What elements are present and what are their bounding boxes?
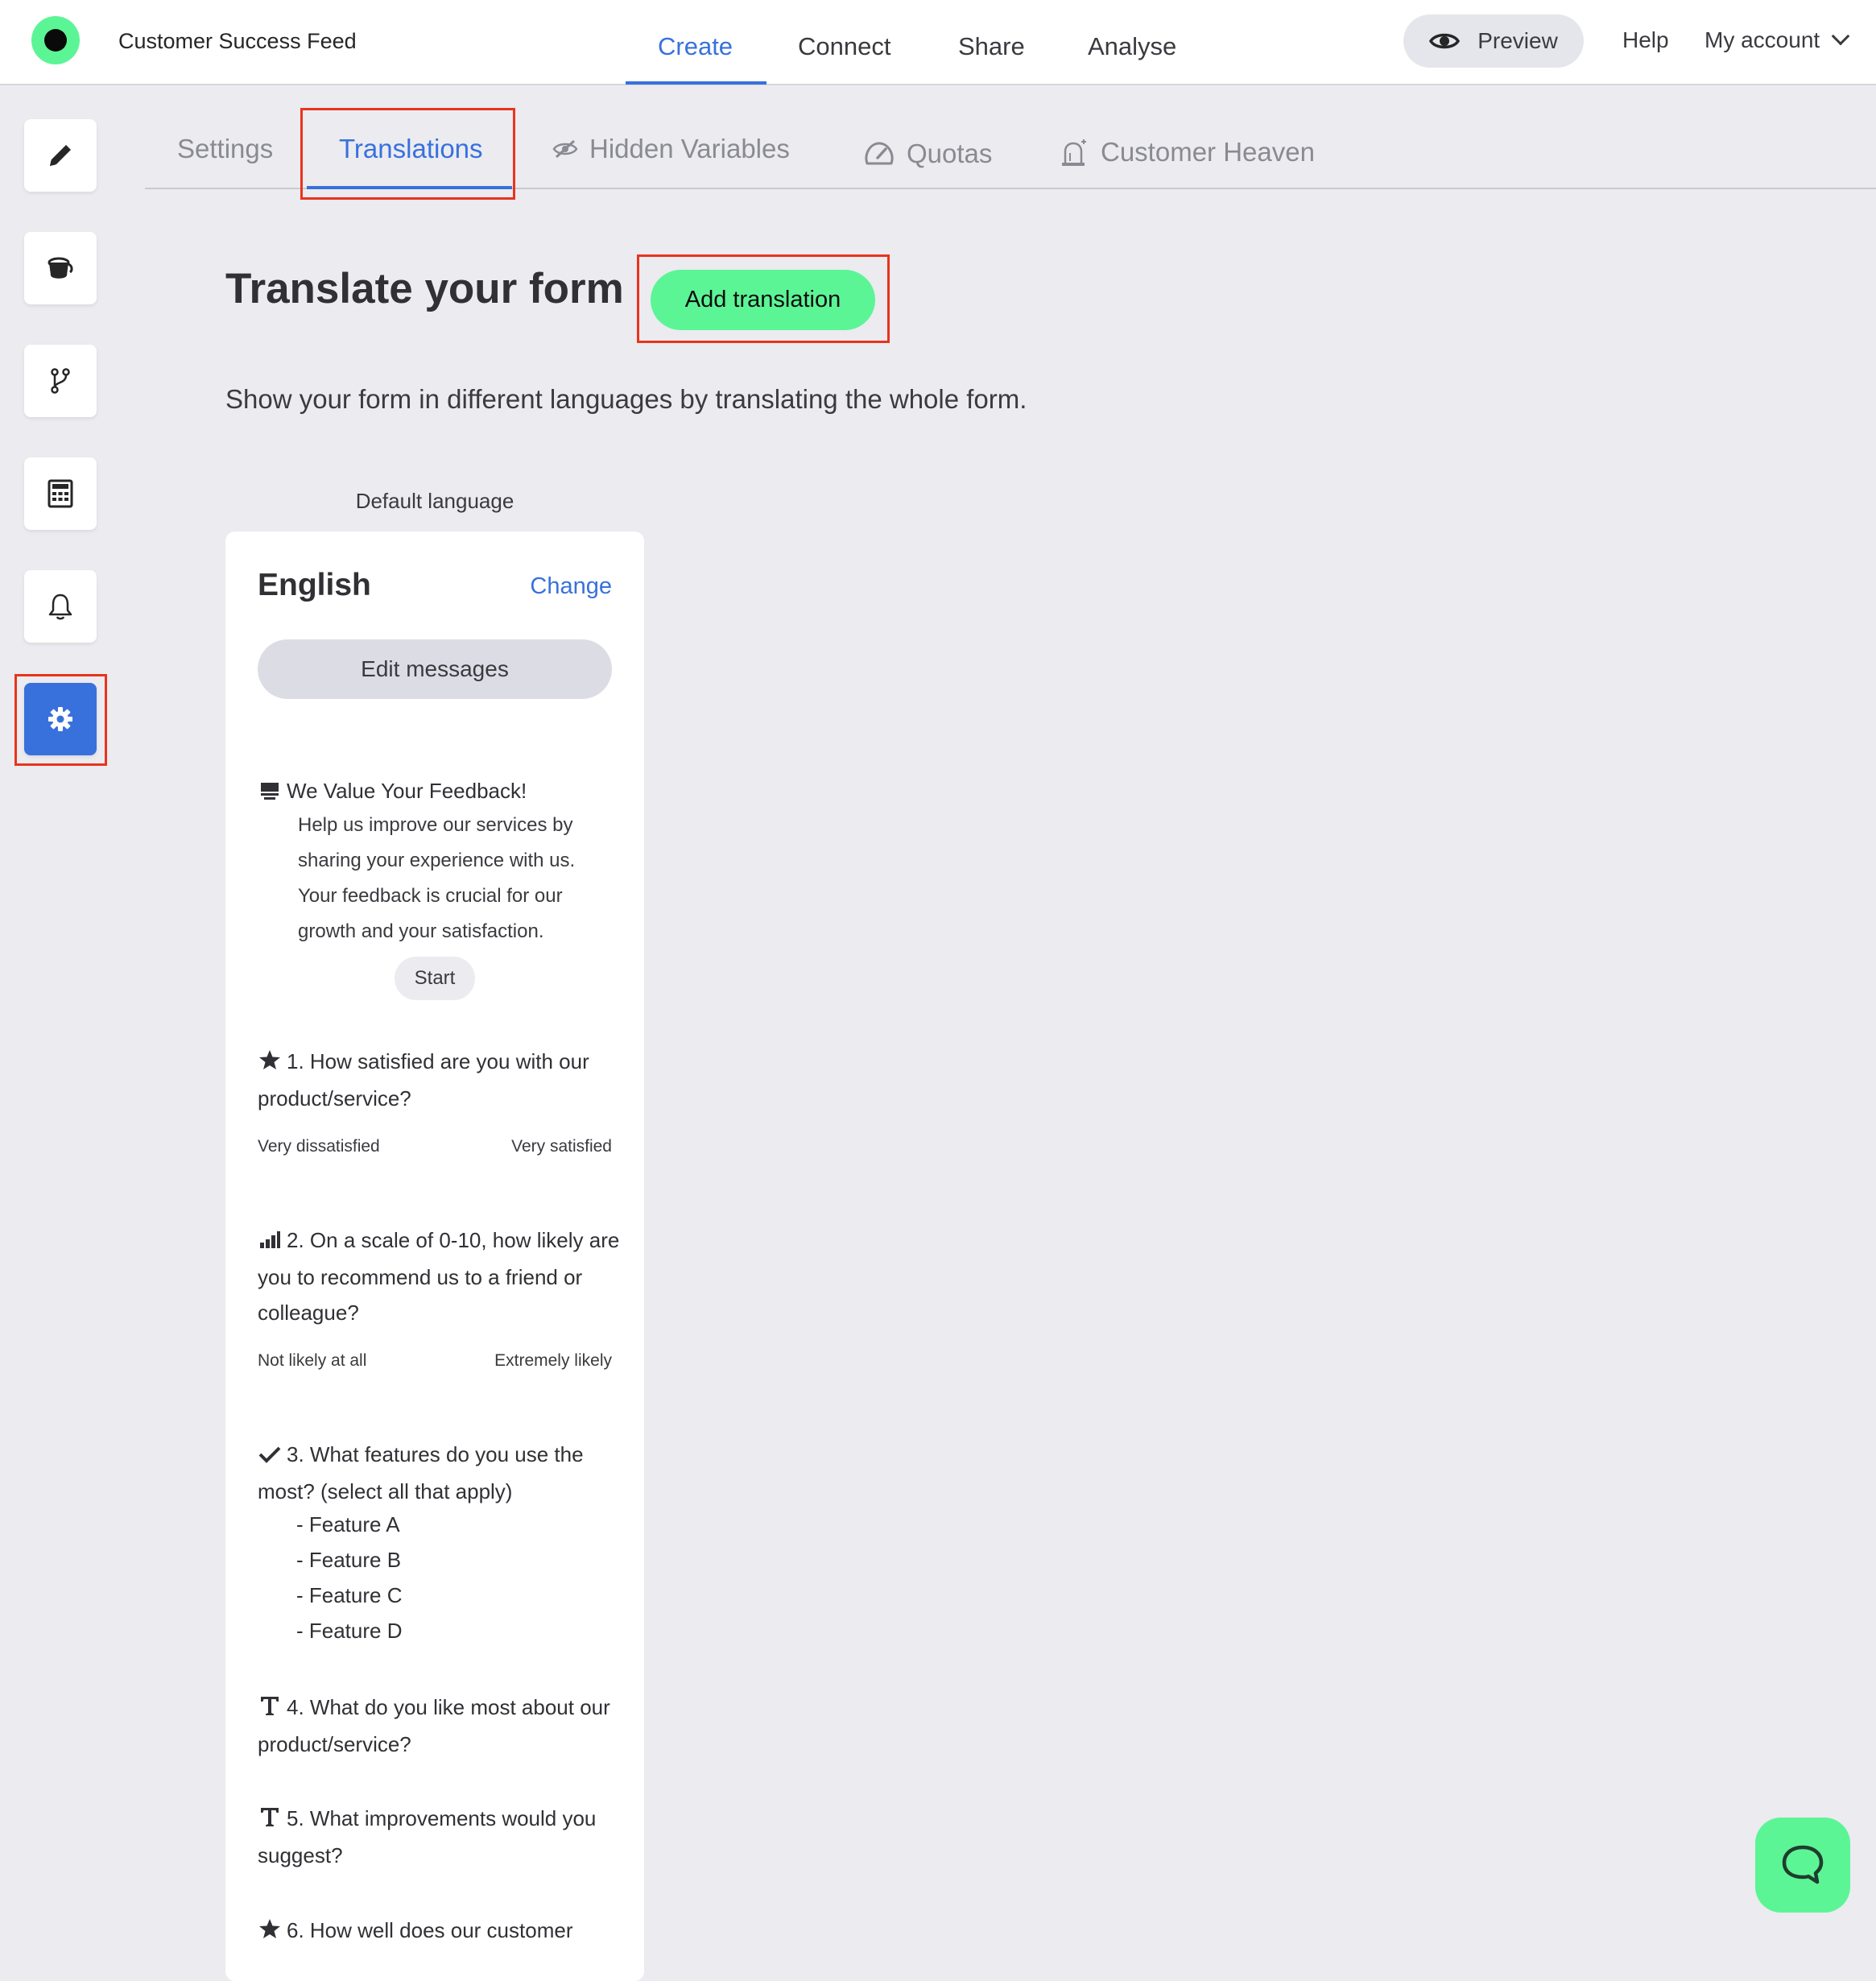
question-1: 1. How satisfied are you with our produc… — [258, 1044, 620, 1116]
star-icon — [258, 1045, 282, 1081]
preview-label: Preview — [1477, 28, 1558, 53]
eye-icon — [1429, 33, 1461, 49]
calculator-icon — [48, 479, 73, 508]
language-name: English — [258, 568, 371, 602]
start-button: Start — [395, 957, 475, 1000]
question-3-text: 3. What features do you use the most? (s… — [258, 1442, 584, 1504]
nav-connect[interactable]: Connect — [798, 32, 890, 61]
bar-chart-icon — [258, 1224, 282, 1259]
bell-icon — [48, 593, 72, 620]
edit-messages-button[interactable]: Edit messages — [258, 639, 612, 699]
nav-active-underline — [626, 81, 767, 85]
tab-customer-heaven[interactable]: Customer Heaven — [1057, 137, 1315, 167]
text-icon — [258, 1691, 282, 1727]
welcome-description: Help us improve our services by sharing … — [298, 808, 628, 949]
question-5: 5. What improvements would you suggest? — [258, 1801, 620, 1873]
nav-create[interactable]: Create — [658, 32, 733, 61]
sidebar-calculator[interactable] — [24, 457, 97, 530]
branch-icon — [51, 368, 70, 394]
page-description: Show your form in different languages by… — [225, 384, 1027, 414]
welcome-line: Help us improve our services by — [298, 814, 573, 836]
change-language-link[interactable]: Change — [530, 573, 612, 600]
question-2: 2. On a scale of 0-10, how likely are yo… — [258, 1222, 620, 1330]
eye-slash-icon — [552, 139, 578, 159]
sidebar-settings[interactable] — [24, 683, 97, 755]
sidebar-content[interactable] — [24, 119, 97, 192]
default-language-label: Default language — [355, 489, 514, 513]
question-4: 4. What do you like most about our produ… — [258, 1689, 620, 1762]
language-card: English Change Edit messages We Value Yo… — [225, 531, 644, 1981]
my-account-label: My account — [1705, 27, 1820, 52]
gauge-icon — [865, 142, 894, 165]
tab-translations[interactable]: Translations — [339, 134, 483, 164]
question-5-text: 5. What improvements would you suggest? — [258, 1806, 597, 1868]
question-6-text: 6. How well does our customer — [287, 1918, 573, 1942]
choice-item: - Feature D — [296, 1619, 403, 1643]
choice-item: - Feature B — [296, 1548, 402, 1572]
question-2-left-label: Not likely at all — [258, 1351, 367, 1370]
tab-quotas-label: Quotas — [907, 139, 993, 168]
choice-item: - Feature C — [296, 1583, 403, 1607]
my-account-menu[interactable]: My account — [1705, 27, 1850, 53]
top-bar: Customer Success Feed Create Connect Sha… — [0, 0, 1876, 85]
form-name[interactable]: Customer Success Feed — [118, 29, 357, 54]
question-2-text: 2. On a scale of 0-10, how likely are yo… — [258, 1228, 620, 1325]
sidebar-design[interactable] — [24, 232, 97, 304]
gear-icon — [48, 707, 72, 731]
logo-dot — [44, 29, 67, 52]
question-1-left-label: Very dissatisfied — [258, 1137, 380, 1156]
tab-quotas[interactable]: Quotas — [863, 139, 992, 169]
tab-settings-label: Settings — [177, 134, 274, 163]
question-3: 3. What features do you use the most? (s… — [258, 1437, 620, 1509]
choice-list: - Feature A - Feature B - Feature C - Fe… — [296, 1507, 403, 1648]
paint-bucket-icon — [48, 257, 73, 279]
tab-hidden-variables-label: Hidden Variables — [589, 134, 790, 163]
tab-active-underline — [307, 186, 512, 189]
welcome-screen-icon — [258, 775, 282, 810]
tab-hidden-variables[interactable]: Hidden Variables — [552, 134, 790, 164]
sidebar-logic[interactable] — [24, 345, 97, 417]
chat-support-button[interactable] — [1755, 1818, 1850, 1913]
star-icon — [258, 1914, 282, 1950]
welcome-line: sharing your experience with us. — [298, 850, 576, 871]
add-translation-button[interactable]: Add translation — [651, 270, 875, 330]
welcome-line: growth and your satisfaction. — [298, 920, 544, 942]
help-link[interactable]: Help — [1622, 27, 1669, 53]
chevron-down-icon — [1831, 27, 1850, 46]
question-1-text: 1. How satisfied are you with our produc… — [258, 1049, 589, 1111]
question-6: 6. How well does our customer — [258, 1913, 620, 1950]
tab-translations-label: Translations — [339, 134, 483, 163]
welcome-line: Your feedback is crucial for our — [298, 885, 563, 907]
choice-item: - Feature A — [296, 1512, 400, 1536]
brand-logo[interactable] — [31, 16, 80, 64]
chat-bubble-icon — [1782, 1845, 1824, 1884]
tab-customer-heaven-label: Customer Heaven — [1101, 137, 1315, 167]
alarm-icon — [1062, 139, 1086, 166]
check-icon — [258, 1438, 282, 1474]
nav-share[interactable]: Share — [958, 32, 1025, 61]
welcome-title-text: We Value Your Feedback! — [287, 779, 527, 803]
welcome-screen-title: We Value Your Feedback! — [258, 773, 620, 810]
page-title: Translate your form — [225, 265, 624, 312]
question-2-right-label: Extremely likely — [494, 1351, 612, 1370]
preview-button[interactable]: Preview — [1403, 14, 1584, 68]
sidebar-notifications[interactable] — [24, 570, 97, 643]
tab-settings[interactable]: Settings — [177, 134, 273, 164]
question-1-right-label: Very satisfied — [511, 1137, 612, 1156]
question-4-text: 4. What do you like most about our produ… — [258, 1695, 610, 1757]
nav-analyse[interactable]: Analyse — [1088, 32, 1176, 61]
pencil-icon — [50, 145, 71, 166]
text-icon — [258, 1802, 282, 1838]
